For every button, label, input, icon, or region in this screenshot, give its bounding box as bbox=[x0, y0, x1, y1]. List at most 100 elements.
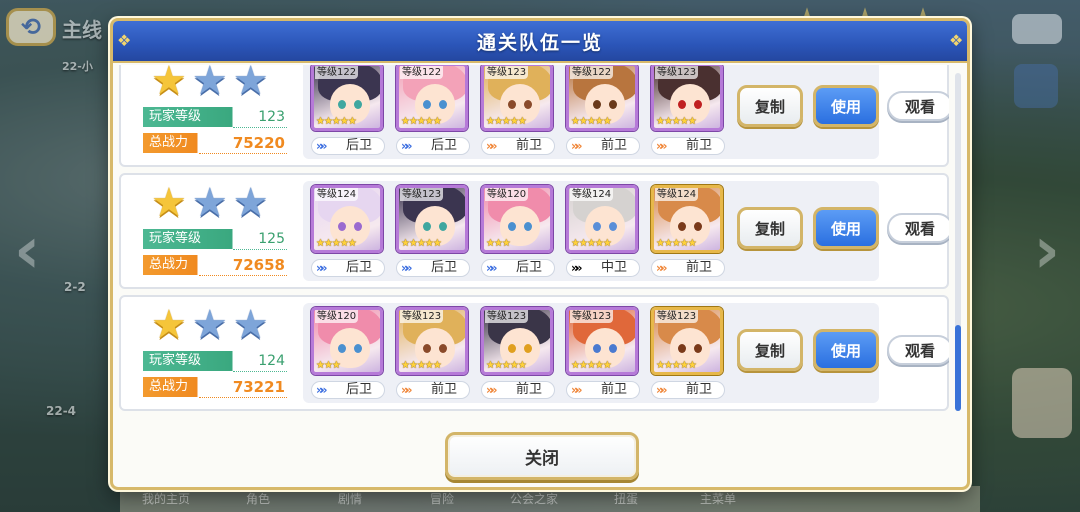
rarity-stars-icon: ★★★★★ bbox=[486, 360, 527, 371]
position-chevron-icon: »» bbox=[486, 139, 497, 153]
view-button[interactable]: 观看 bbox=[887, 335, 949, 365]
divider bbox=[233, 127, 287, 128]
character-portrait[interactable]: 等级123 ★★★★★ bbox=[566, 307, 638, 375]
character-eye bbox=[694, 344, 702, 353]
character-portrait[interactable]: 等级120 ★★★ bbox=[481, 185, 553, 253]
corner-ornament-icon: ❖ bbox=[117, 31, 132, 50]
character-level: 等级120 bbox=[485, 188, 529, 201]
team-member-card[interactable]: 等级123 ★★★★★ »» 前卫 bbox=[481, 307, 555, 399]
character-portrait[interactable]: 等级123 ★★★★★ bbox=[396, 307, 468, 375]
dialog-header: ❖ 通关队伍一览 ❖ bbox=[113, 21, 967, 63]
player-level-bar: 玩家等级 125 bbox=[143, 229, 287, 249]
character-eye bbox=[423, 100, 431, 109]
position-chevron-icon: »» bbox=[656, 383, 667, 397]
character-portrait[interactable]: 等级120 ★★★ bbox=[311, 307, 383, 375]
team-member-card[interactable]: 等级123 ★★★★★ »» 前卫 bbox=[396, 307, 470, 399]
total-power-bar: 总战力 75220 bbox=[143, 133, 287, 153]
character-portrait[interactable]: 等级122 ★★★★★ bbox=[311, 65, 383, 131]
position-label: 前卫 bbox=[685, 260, 712, 275]
position-chevron-icon: »» bbox=[316, 139, 327, 153]
rarity-stars-icon: ★★★★★ bbox=[571, 360, 612, 371]
prev-area-arrow-icon[interactable]: ‹ bbox=[14, 214, 40, 288]
character-level: 等级122 bbox=[400, 66, 444, 79]
team-member-card[interactable]: 等级122 ★★★★★ »» 后卫 bbox=[311, 65, 385, 155]
next-area-arrow-icon[interactable]: › bbox=[1034, 214, 1060, 288]
use-button[interactable]: 使用 bbox=[813, 85, 879, 127]
character-portrait[interactable]: 等级123 ★★★★★ bbox=[396, 185, 468, 253]
character-eye bbox=[338, 100, 346, 109]
team-member-card[interactable]: 等级122 ★★★★★ »» 前卫 bbox=[566, 65, 640, 155]
character-eye bbox=[354, 344, 362, 353]
team-member-card[interactable]: 等级120 ★★★ »» 后卫 bbox=[311, 307, 385, 399]
position-chevron-icon: »» bbox=[316, 383, 327, 397]
position-chevron-icon: »» bbox=[656, 139, 667, 153]
divider bbox=[199, 275, 287, 276]
blue-star-icon: ★ bbox=[232, 65, 269, 104]
character-portrait[interactable]: 等级124 ★★★★★ bbox=[311, 185, 383, 253]
total-power-value: 75220 bbox=[232, 134, 285, 152]
character-portrait[interactable]: 等级123 ★★★★★ bbox=[651, 307, 723, 375]
character-eye bbox=[508, 100, 516, 109]
bg-reward-badge[interactable] bbox=[1012, 368, 1072, 438]
position-tag: »» 前卫 bbox=[481, 137, 555, 155]
character-eye bbox=[524, 222, 532, 231]
use-button[interactable]: 使用 bbox=[813, 207, 879, 249]
view-button[interactable]: 观看 bbox=[887, 91, 949, 121]
total-power-label: 总战力 bbox=[149, 257, 189, 272]
position-label: 前卫 bbox=[515, 382, 542, 397]
back-button[interactable]: ⟲ bbox=[6, 8, 56, 46]
team-member-card[interactable]: 等级122 ★★★★★ »» 后卫 bbox=[396, 65, 470, 155]
team-member-card[interactable]: 等级123 ★★★★★ »» 前卫 bbox=[566, 307, 640, 399]
copy-button[interactable]: 复制 bbox=[737, 85, 803, 127]
scrollbar-thumb[interactable] bbox=[955, 325, 961, 411]
position-tag: »» 前卫 bbox=[566, 381, 640, 399]
character-portrait[interactable]: 等级123 ★★★★★ bbox=[651, 65, 723, 131]
copy-button[interactable]: 复制 bbox=[737, 207, 803, 249]
gold-star-icon: ★ bbox=[151, 65, 187, 104]
character-portrait[interactable]: 等级122 ★★★★★ bbox=[566, 65, 638, 131]
character-portrait[interactable]: 等级124 ★★★★★ bbox=[566, 185, 638, 253]
team-member-card[interactable]: 等级123 ★★★★★ »» 前卫 bbox=[651, 65, 725, 155]
position-chevron-icon: »» bbox=[656, 261, 667, 275]
rarity-stars-icon: ★★★★★ bbox=[656, 116, 697, 127]
team-member-card[interactable]: 等级123 ★★★★★ »» 后卫 bbox=[396, 185, 470, 277]
close-button[interactable]: 关闭 bbox=[445, 432, 639, 480]
scrollbar[interactable] bbox=[955, 73, 961, 411]
team-member-card[interactable]: 等级120 ★★★ »» 后卫 bbox=[481, 185, 555, 277]
team-member-card[interactable]: 等级124 ★★★★★ »» 中卫 bbox=[566, 185, 640, 277]
position-tag: »» 前卫 bbox=[651, 259, 725, 277]
position-label: 后卫 bbox=[345, 138, 372, 153]
character-portrait[interactable]: 等级123 ★★★★★ bbox=[481, 65, 553, 131]
copy-button[interactable]: 复制 bbox=[737, 329, 803, 371]
team-member-card[interactable]: 等级124 ★★★★★ »» 后卫 bbox=[311, 185, 385, 277]
character-eye bbox=[524, 100, 532, 109]
character-level: 等级120 bbox=[315, 310, 359, 323]
player-level-label: 玩家等级 bbox=[149, 109, 202, 124]
position-tag: »» 后卫 bbox=[311, 259, 385, 277]
team-list[interactable]: ★ ★ ★ 玩家等级 123 总战力 75220 等级122 ★★★★★»» 后卫 等级1… bbox=[119, 65, 949, 419]
character-portrait[interactable]: 等级124 ★★★★★ bbox=[651, 185, 723, 253]
character-portrait[interactable]: 等级122 ★★★★★ bbox=[396, 65, 468, 131]
total-power-bar: 总战力 73221 bbox=[143, 377, 287, 397]
team-member-card[interactable]: 等级123 ★★★★★ »» 前卫 bbox=[481, 65, 555, 155]
blue-star-icon: ★ bbox=[191, 180, 228, 226]
character-portrait[interactable]: 等级123 ★★★★★ bbox=[481, 307, 553, 375]
dialog-title: 通关队伍一览 bbox=[476, 31, 603, 54]
position-tag: »» 中卫 bbox=[566, 259, 640, 277]
player-level-bar: 玩家等级 124 bbox=[143, 351, 287, 371]
position-tag: »» 前卫 bbox=[481, 381, 555, 399]
team-member-card[interactable]: 等级124 ★★★★★ »» 前卫 bbox=[651, 185, 725, 277]
bg-map-button[interactable] bbox=[1014, 64, 1058, 108]
blue-star-icon: ★ bbox=[232, 180, 269, 226]
position-label: 前卫 bbox=[685, 382, 712, 397]
team-member-card[interactable]: 等级123 ★★★★★ »» 前卫 bbox=[651, 307, 725, 399]
position-label: 前卫 bbox=[430, 382, 457, 397]
position-chevron-icon: »» bbox=[486, 383, 497, 397]
character-eye bbox=[508, 344, 516, 353]
character-level: 等级123 bbox=[400, 188, 444, 201]
position-chevron-icon: »» bbox=[401, 139, 412, 153]
view-button[interactable]: 观看 bbox=[887, 213, 949, 243]
bg-search-button[interactable] bbox=[1012, 14, 1062, 44]
position-label: 前卫 bbox=[600, 382, 627, 397]
use-button[interactable]: 使用 bbox=[813, 329, 879, 371]
